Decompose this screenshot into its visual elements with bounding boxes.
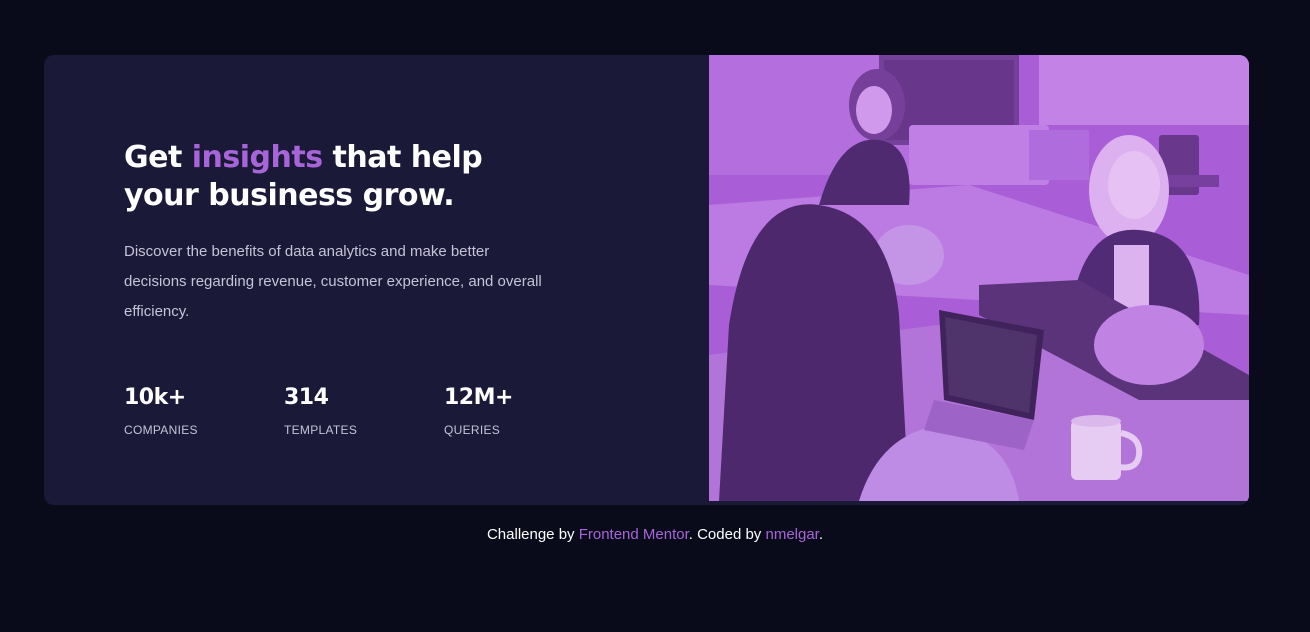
attribution: Challenge by Frontend Mentor. Coded by n… [0,525,1310,545]
header-image [709,55,1249,501]
stats-preview-card: Get insights that help your business gro… [44,55,1249,505]
frontend-mentor-link[interactable]: Frontend Mentor [579,526,689,543]
author-link[interactable]: nmelgar [765,526,818,543]
stat-label: COMPANIES [124,423,198,437]
attribution-prefix: Challenge by [486,526,579,543]
stat-value: 314 [284,385,329,410]
attribution-suffix: . [818,526,824,543]
people-working-photo [709,55,1249,501]
stat-value: 12M+ [444,385,513,410]
headline-accent: insights [191,140,323,175]
headline: Get insights that help your business gro… [124,139,564,215]
stat-label: TEMPLATES [284,423,358,437]
card-content: Get insights that help your business gro… [124,139,564,327]
stat-templates: 314 TEMPLATES [284,385,444,437]
stat-value: 10k+ [124,385,186,410]
headline-start: Get [124,140,192,175]
description: Discover the benefits of data analytics … [124,243,542,320]
attribution-middle: . Coded by [688,526,766,543]
stats-row: 10k+ COMPANIES 314 TEMPLATES 12M+ QUERIE… [124,385,604,437]
stat-companies: 10k+ COMPANIES [124,385,284,437]
stat-queries: 12M+ QUERIES [444,385,604,437]
stat-label: QUERIES [444,423,501,437]
